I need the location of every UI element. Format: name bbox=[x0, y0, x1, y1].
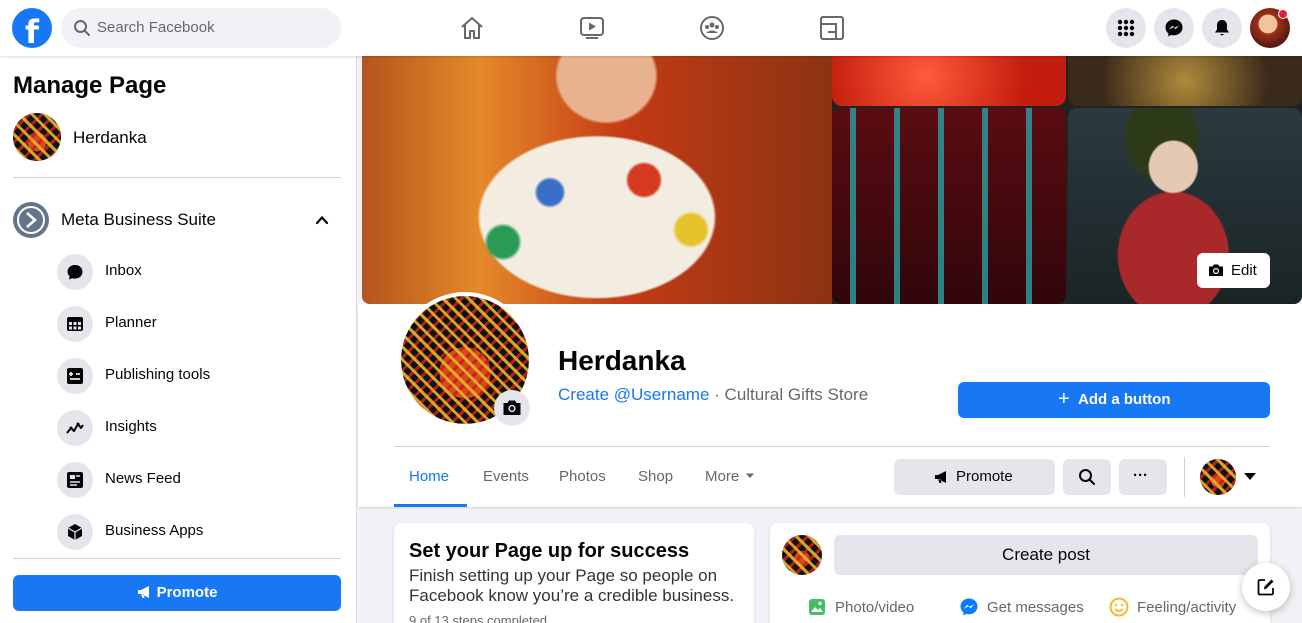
menu-button[interactable] bbox=[1106, 8, 1146, 48]
sidebar-item-news-feed[interactable]: News Feed bbox=[57, 462, 337, 502]
notifications-button[interactable] bbox=[1202, 8, 1242, 48]
chevron-up-icon[interactable] bbox=[314, 212, 330, 228]
sidebar-promote-button[interactable]: Promote bbox=[13, 575, 341, 611]
top-bar: f Search Facebook bbox=[0, 0, 1302, 56]
promote-button[interactable]: Promote bbox=[894, 459, 1055, 495]
create-post-button[interactable]: Create post bbox=[834, 535, 1258, 575]
page-title: Herdanka bbox=[558, 345, 686, 376]
tabs-divider bbox=[394, 446, 1270, 447]
compose-icon bbox=[1257, 579, 1274, 596]
camera-icon bbox=[1209, 264, 1223, 276]
home-icon[interactable] bbox=[458, 14, 486, 42]
business-apps-icon bbox=[57, 514, 93, 550]
new-message-button[interactable] bbox=[1242, 563, 1290, 611]
megaphone-icon bbox=[137, 586, 149, 598]
composer-avatar[interactable] bbox=[782, 535, 822, 575]
search-icon bbox=[74, 20, 90, 36]
tab-home[interactable]: Home bbox=[409, 468, 449, 485]
get-messages-label: Get messages bbox=[987, 599, 1084, 616]
notification-dot bbox=[1278, 9, 1288, 19]
plus-icon: + bbox=[1058, 388, 1070, 410]
sidebar-divider bbox=[13, 177, 341, 178]
news-feed-icon bbox=[57, 462, 93, 498]
tab-shop[interactable]: Shop bbox=[638, 468, 673, 485]
facebook-logo[interactable]: f bbox=[12, 8, 52, 48]
sidebar-item-label: Insights bbox=[105, 418, 157, 435]
publishing-tools-icon bbox=[57, 358, 93, 394]
camera-icon bbox=[503, 400, 521, 415]
create-username-link[interactable]: Create @Username bbox=[558, 385, 709, 404]
search-page-button[interactable] bbox=[1063, 459, 1111, 495]
page-subtitle: Create @Username · Cultural Gifts Store bbox=[558, 385, 868, 405]
search-icon bbox=[1079, 469, 1095, 485]
sidebar-item-label: News Feed bbox=[105, 470, 181, 487]
cover-image-main bbox=[362, 56, 832, 304]
megaphone-icon bbox=[935, 471, 946, 483]
setup-card-title: Set your Page up for success bbox=[409, 540, 690, 562]
cover-photo[interactable] bbox=[362, 56, 1302, 304]
tab-events[interactable]: Events bbox=[483, 468, 529, 485]
sidebar-item-label: Business Apps bbox=[105, 522, 204, 539]
cover-image-coral bbox=[832, 56, 1066, 106]
promote-label: Promote bbox=[956, 468, 1013, 485]
search-placeholder: Search Facebook bbox=[97, 19, 215, 36]
planner-icon bbox=[57, 306, 93, 342]
messenger-button[interactable] bbox=[1154, 8, 1194, 48]
sidebar-item-insights[interactable]: Insights bbox=[57, 410, 337, 450]
tab-photos[interactable]: Photos bbox=[559, 468, 606, 485]
edit-cover-button[interactable]: Edit bbox=[1197, 253, 1270, 288]
action-separator bbox=[1184, 457, 1185, 497]
add-button-label: Add a button bbox=[1078, 391, 1171, 408]
cover-image-jewelry bbox=[1068, 56, 1302, 106]
feeling-activity-label: Feeling/activity bbox=[1137, 599, 1237, 616]
add-a-button[interactable]: + Add a button bbox=[958, 382, 1270, 418]
photo-video-label: Photo/video bbox=[835, 599, 915, 616]
page-category: Cultural Gifts Store bbox=[724, 385, 869, 404]
setup-card-steps: 9 of 13 steps completed bbox=[409, 613, 548, 623]
notifications-icon bbox=[1215, 20, 1229, 36]
feeling-icon bbox=[1109, 597, 1129, 617]
sidebar-item-inbox[interactable]: Inbox bbox=[57, 254, 337, 294]
inbox-icon bbox=[57, 254, 93, 290]
caret-down-icon bbox=[746, 473, 755, 478]
profile-camera-button[interactable] bbox=[494, 390, 530, 426]
sidebar-divider bbox=[13, 558, 341, 559]
subtitle-separator: · bbox=[709, 385, 725, 404]
more-options-button[interactable]: ··· bbox=[1119, 459, 1167, 495]
meta-business-suite-icon bbox=[13, 202, 49, 238]
sidebar-page-name[interactable]: Herdanka bbox=[73, 128, 147, 148]
tab-more-label: More bbox=[705, 468, 740, 485]
tab-more[interactable]: More bbox=[705, 468, 755, 485]
messenger-icon bbox=[960, 598, 978, 616]
sidebar-item-label: Inbox bbox=[105, 262, 142, 279]
insights-icon bbox=[57, 410, 93, 446]
search-input[interactable]: Search Facebook bbox=[61, 8, 341, 48]
video-icon[interactable] bbox=[578, 14, 606, 42]
sidebar-item-label: Planner bbox=[105, 314, 157, 331]
photo-video-icon bbox=[809, 599, 825, 615]
more-options-icon: ··· bbox=[1133, 467, 1148, 484]
page-avatar[interactable] bbox=[13, 113, 61, 161]
cover-image-necklaces bbox=[832, 108, 1066, 304]
sidebar-item-label: Publishing tools bbox=[105, 366, 211, 383]
sidebar-item-publishing-tools[interactable]: Publishing tools bbox=[57, 358, 337, 398]
gaming-icon[interactable] bbox=[818, 14, 846, 42]
menu-grid-icon bbox=[1117, 19, 1135, 37]
acting-as-avatar[interactable] bbox=[1200, 459, 1236, 495]
sidebar-title: Manage Page bbox=[13, 72, 167, 99]
edit-cover-label: Edit bbox=[1231, 262, 1257, 279]
messenger-icon bbox=[1165, 19, 1183, 37]
sidebar-promote-label: Promote bbox=[156, 584, 218, 601]
sidebar-item-planner[interactable]: Planner bbox=[57, 306, 337, 346]
sidebar-item-business-apps[interactable]: Business Apps bbox=[57, 514, 337, 554]
meta-business-suite-label[interactable]: Meta Business Suite bbox=[61, 210, 216, 230]
groups-icon[interactable] bbox=[698, 14, 726, 42]
setup-card-text: Finish setting up your Page so people on… bbox=[409, 566, 735, 605]
active-tab-indicator bbox=[394, 504, 467, 507]
manage-page-sidebar: Manage Page Herdanka Meta Business Suite… bbox=[0, 56, 357, 623]
chevron-down-icon[interactable] bbox=[1244, 473, 1256, 480]
